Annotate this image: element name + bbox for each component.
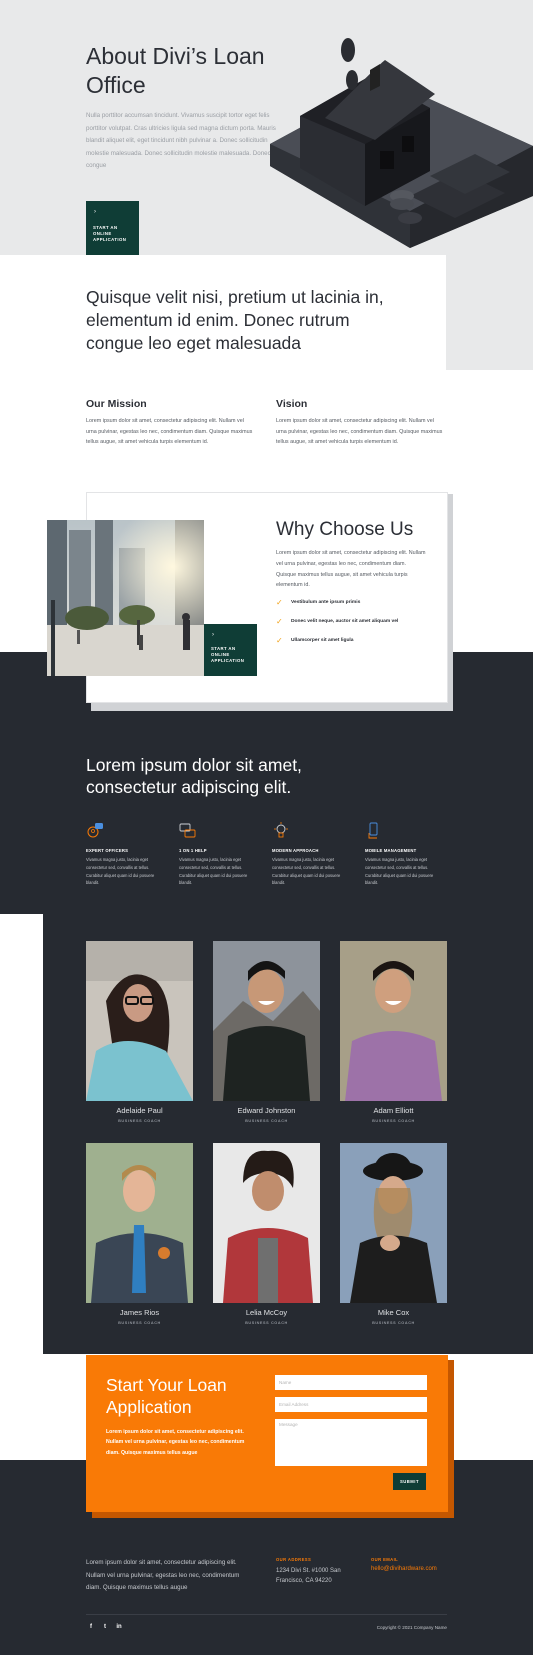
hero-description: Nulla porttitor accumsan tincidunt. Viva…: [86, 112, 291, 169]
message-input[interactable]: [275, 1419, 427, 1466]
check-item: ✓ Ullamcorper sit amet ligula: [276, 636, 446, 647]
feature-text: Vivamus magna justo, lacinia eget consec…: [179, 857, 248, 886]
team-member-role: BUSINESS COACH: [245, 1321, 288, 1325]
facebook-icon[interactable]: f: [86, 1624, 96, 1634]
feature-expert-officers: EXPERT OFFICERS Vivamus magna justo, lac…: [86, 822, 166, 885]
why-title: Why Choose Us: [276, 519, 414, 540]
arrow-icon: ›: [94, 209, 96, 215]
team-member-name: James Rios: [119, 1308, 160, 1317]
start-application-label: START AN ONLINE APPLICATION: [93, 225, 127, 242]
feature-text: Vivamus magna justo, lacinia eget consec…: [272, 857, 341, 886]
chat-bubbles-icon: [179, 823, 196, 838]
mission-title: Our Mission: [86, 398, 147, 410]
team-member-name: Adelaide Paul: [116, 1106, 163, 1115]
linkedin-icon[interactable]: in: [114, 1624, 124, 1634]
lightbulb-icon: [274, 822, 288, 838]
arrow-icon: ›: [212, 632, 214, 638]
feature-label: MODERN APPROACH: [272, 848, 319, 853]
mobile-hand-icon: [368, 822, 378, 839]
why-text: Lorem ipsum dolor sit amet, consectetur …: [276, 550, 426, 589]
team-member-role: BUSINESS COACH: [118, 1321, 161, 1325]
twitter-icon[interactable]: t: [100, 1624, 110, 1634]
features-title: Lorem ipsum dolor sit amet, consectetur …: [86, 755, 302, 797]
loan-title: Start Your Loan Application: [106, 1375, 227, 1417]
feature-label: 1 ON 1 HELP: [179, 848, 207, 853]
address-line-1: 1234 Divi St. #1000 San: [276, 1568, 341, 1574]
feature-mobile-management: MOBILE MANAGEMENT Vivamus magna justo, l…: [365, 822, 445, 885]
team-member-name: Lelia McCoy: [245, 1308, 288, 1317]
address-line-2: Francisco, CA 94220: [276, 1578, 332, 1584]
team-photo-adelaide-paul: [86, 941, 193, 1101]
check-item-label: Ullamcorper sit amet ligula: [291, 638, 354, 643]
email-input[interactable]: [275, 1397, 427, 1412]
intro-quote: Quisque velit nisi, pretium ut lacinia i…: [86, 287, 384, 353]
team-photo-adam-elliott: [340, 941, 447, 1101]
check-item: ✓ Vestibulum ante ipsum primis: [276, 598, 446, 609]
vision-text: Lorem ipsum dolor sit amet, consectetur …: [276, 418, 443, 445]
name-input[interactable]: [275, 1375, 427, 1390]
city-street-photo: [47, 520, 204, 676]
team-photo-mike-cox: [340, 1143, 447, 1303]
why-start-application-button[interactable]: › START AN ONLINE APPLICATION: [204, 624, 257, 676]
team-member-name: Mike Cox: [377, 1308, 410, 1317]
check-item-label: Donec velit neque, auctor sit amet aliqu…: [291, 619, 399, 624]
footer-divider: [86, 1614, 447, 1615]
team-photo-james-rios: [86, 1143, 193, 1303]
team-member-role: BUSINESS COACH: [245, 1119, 288, 1123]
feature-text: Vivamus magna justo, lacinia eget consec…: [365, 857, 434, 886]
feature-modern-approach: MODERN APPROACH Vivamus magna justo, lac…: [272, 822, 352, 885]
check-item-label: Vestibulum ante ipsum primis: [291, 600, 361, 605]
footer-email-link[interactable]: hello@divihardware.com: [371, 1566, 437, 1572]
team-photo-lelia-mccoy: [213, 1143, 320, 1303]
hero-background-extension: [446, 255, 533, 370]
feature-label: MOBILE MANAGEMENT: [365, 848, 417, 853]
start-application-button[interactable]: › START AN ONLINE APPLICATION: [86, 201, 139, 255]
team-member-name: Adam Elliott: [373, 1106, 414, 1115]
vision-title: Vision: [276, 398, 308, 410]
submit-button[interactable]: SUBMIT: [393, 1473, 426, 1490]
checkmark-icon: ✓: [276, 617, 283, 626]
team-member-role: BUSINESS COACH: [372, 1321, 415, 1325]
feature-label: EXPERT OFFICERS: [86, 848, 129, 853]
checkmark-icon: ✓: [276, 636, 283, 645]
team-member-role: BUSINESS COACH: [118, 1119, 161, 1123]
team-member-name: Edward Johnston: [237, 1106, 296, 1115]
chat-person-icon: [87, 823, 103, 838]
address-label: OUR ADDRESS: [276, 1557, 312, 1562]
feature-text: Vivamus magna justo, lacinia eget consec…: [86, 857, 155, 886]
copyright: Copyright © 2021 Company Name: [376, 1625, 447, 1630]
loan-text: Lorem ipsum dolor sit amet, consectetur …: [106, 1429, 245, 1456]
footer-text: Lorem ipsum dolor sit amet, consectetur …: [86, 1559, 240, 1591]
checkmark-icon: ✓: [276, 598, 283, 607]
email-label: OUR EMAIL: [371, 1557, 399, 1562]
house-illustration: [270, 38, 533, 248]
team-photo-edward-johnston: [213, 941, 320, 1101]
feature-one-on-one-help: 1 ON 1 HELP Vivamus magna justo, lacinia…: [179, 822, 259, 885]
team-member-role: BUSINESS COACH: [372, 1119, 415, 1123]
start-application-label: START AN ONLINE APPLICATION: [211, 646, 245, 663]
mission-text: Lorem ipsum dolor sit amet, consectetur …: [86, 418, 253, 445]
check-item: ✓ Donec velit neque, auctor sit amet ali…: [276, 617, 446, 628]
